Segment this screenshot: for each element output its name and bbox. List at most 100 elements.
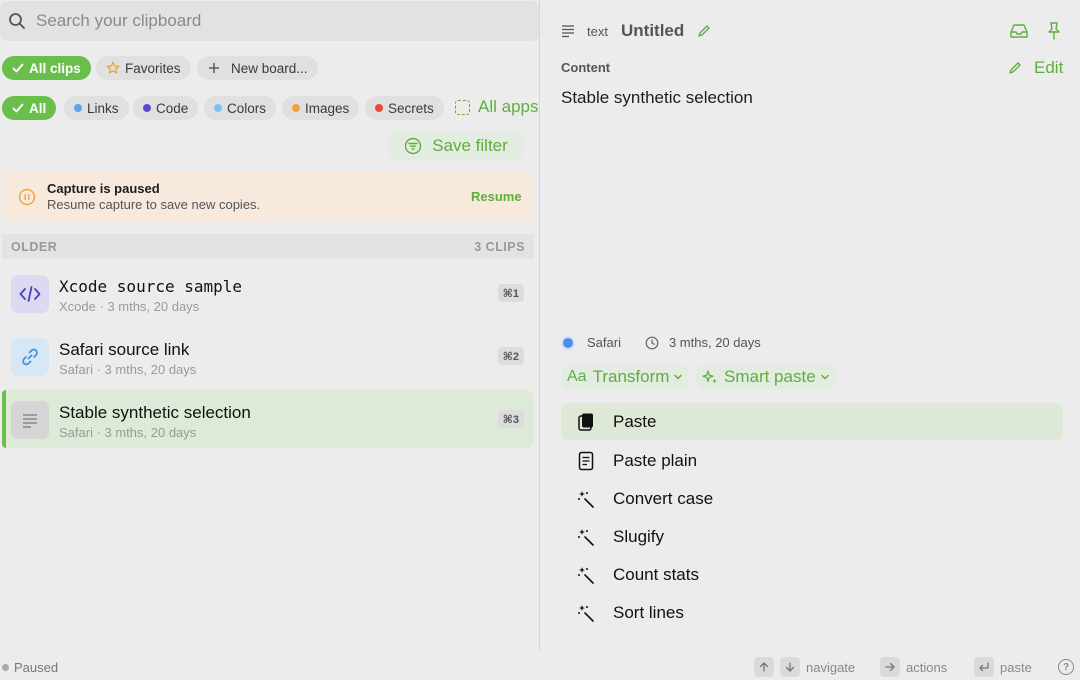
magic-wand-icon <box>575 604 597 622</box>
all-apps-label: All apps <box>478 97 539 116</box>
banner-title: Capture is paused <box>47 181 160 196</box>
filter-links[interactable]: Links <box>64 96 129 120</box>
clip-title: Safari source link <box>59 340 190 359</box>
magic-wand-icon <box>575 528 597 546</box>
all-apps-filter[interactable]: All apps <box>455 97 538 117</box>
filter-images[interactable]: Images <box>282 96 360 120</box>
section-count: 3 CLIPS <box>474 239 525 254</box>
filter-label: Links <box>87 100 119 116</box>
magic-wand-icon <box>575 566 597 584</box>
board-label: Favorites <box>125 60 181 76</box>
filter-label: Colors <box>227 100 267 116</box>
section-title: OLDER <box>11 239 58 254</box>
inbox-icon[interactable] <box>1009 22 1029 40</box>
document-icon <box>575 451 597 471</box>
action-label: Convert case <box>613 488 714 508</box>
help-icon[interactable]: ? <box>1058 659 1074 675</box>
text-lines-icon <box>562 25 574 38</box>
action-slugify[interactable]: Slugify <box>561 518 1063 555</box>
sparkles-icon <box>702 370 717 384</box>
hint-navigate: navigate <box>806 660 856 675</box>
status-dot <box>2 664 9 671</box>
save-filter-button[interactable]: Save filter <box>389 131 523 161</box>
content-label: Content <box>561 60 611 75</box>
status-label: Paused <box>14 660 59 675</box>
clip-subtitle: Safari · 3 mths, 20 days <box>59 362 197 377</box>
clip-meta: Safari 3 mths, 20 days <box>561 335 761 350</box>
search-icon <box>9 13 25 29</box>
color-dot <box>74 104 82 112</box>
clip-shortcut: ⌘3 <box>497 410 524 428</box>
color-dot <box>375 104 383 112</box>
transform-label: Transform <box>592 367 670 386</box>
filter-secrets[interactable]: Secrets <box>365 96 444 120</box>
pause-icon <box>18 188 36 206</box>
smart-paste-menu[interactable]: Smart paste <box>696 365 836 389</box>
search-bar[interactable] <box>0 1 540 41</box>
arrow-right-key-icon <box>880 657 900 677</box>
clip-name[interactable]: Untitled <box>621 21 684 41</box>
source-app: Safari <box>587 335 621 350</box>
clip-shortcut: ⌘2 <box>497 347 524 365</box>
action-sort-lines[interactable]: Sort lines <box>561 594 1063 631</box>
filter-all[interactable]: All <box>2 96 57 120</box>
filter-code[interactable]: Code <box>133 96 199 120</box>
text-case-icon: Aa <box>567 368 587 385</box>
section-header: OLDER 3 CLIPS <box>2 234 534 259</box>
filter-colors[interactable]: Colors <box>204 96 277 120</box>
pencil-icon <box>1009 62 1021 74</box>
save-filter-label: Save filter <box>432 136 508 155</box>
action-count-stats[interactable]: Count stats <box>561 556 1063 593</box>
clip-shortcut: ⌘1 <box>497 284 524 302</box>
action-paste-plain[interactable]: Paste plain <box>561 442 1063 479</box>
clip-age: 3 mths, 20 days <box>668 335 761 350</box>
clip-row-selected[interactable]: Stable synthetic selection Safari · 3 mt… <box>2 390 534 448</box>
board-all-clips[interactable]: All clips <box>2 56 91 80</box>
action-label: Slugify <box>613 526 665 546</box>
filter-label: Images <box>305 100 350 116</box>
arrow-up-key-icon <box>754 657 774 677</box>
action-convert-case[interactable]: Convert case <box>561 480 1063 517</box>
board-label: New board... <box>231 60 308 76</box>
color-dot <box>143 104 151 112</box>
dashed-square-icon <box>455 99 470 115</box>
link-icon <box>11 338 49 376</box>
safari-icon <box>561 335 575 350</box>
action-label: Paste <box>613 411 657 431</box>
capture-paused-banner: Capture is paused Resume capture to save… <box>2 171 534 222</box>
edit-button[interactable]: Edit <box>1008 58 1063 78</box>
star-icon <box>106 61 120 74</box>
clip-row[interactable]: Xcode source sample Xcode · 3 mths, 20 d… <box>2 264 534 322</box>
clip-subtitle: Xcode · 3 mths, 20 days <box>59 299 200 314</box>
new-board-button[interactable]: New board... <box>197 56 318 80</box>
hint-paste: paste <box>1000 660 1032 675</box>
color-dot <box>292 104 300 112</box>
clip-list-pane: All clips Favorites New board... All Lin… <box>0 0 540 650</box>
pencil-icon[interactable] <box>697 24 711 38</box>
clip-row[interactable]: Safari source link Safari · 3 mths, 20 d… <box>2 327 534 385</box>
clock-icon <box>645 336 659 349</box>
text-lines-icon <box>11 401 49 439</box>
capture-status: Paused <box>2 660 58 675</box>
board-favorites[interactable]: Favorites <box>96 56 191 80</box>
magic-wand-icon <box>575 490 597 508</box>
smart-paste-label: Smart paste <box>724 367 816 386</box>
checkmark-icon <box>12 63 24 73</box>
clip-type: text <box>587 24 608 39</box>
filter-label: Secrets <box>388 100 434 116</box>
resume-button[interactable]: Resume <box>471 189 522 204</box>
transform-menu[interactable]: Aa Transform <box>561 365 690 389</box>
board-label: All clips <box>29 60 81 76</box>
arrow-down-key-icon <box>780 657 800 677</box>
pin-icon[interactable] <box>1046 21 1062 41</box>
clip-subtitle: Safari · 3 mths, 20 days <box>59 425 197 440</box>
clip-title: Stable synthetic selection <box>59 403 251 422</box>
clip-title: Xcode source sample <box>59 277 243 296</box>
banner-message: Resume capture to save new copies. <box>47 197 261 212</box>
code-icon <box>11 275 49 313</box>
plus-icon <box>209 63 219 73</box>
clipboard-manager-window: All clips Favorites New board... All Lin… <box>0 0 1080 680</box>
action-paste[interactable]: Paste <box>561 403 1063 440</box>
search-input[interactable] <box>36 11 506 31</box>
hint-actions: actions <box>906 660 948 675</box>
